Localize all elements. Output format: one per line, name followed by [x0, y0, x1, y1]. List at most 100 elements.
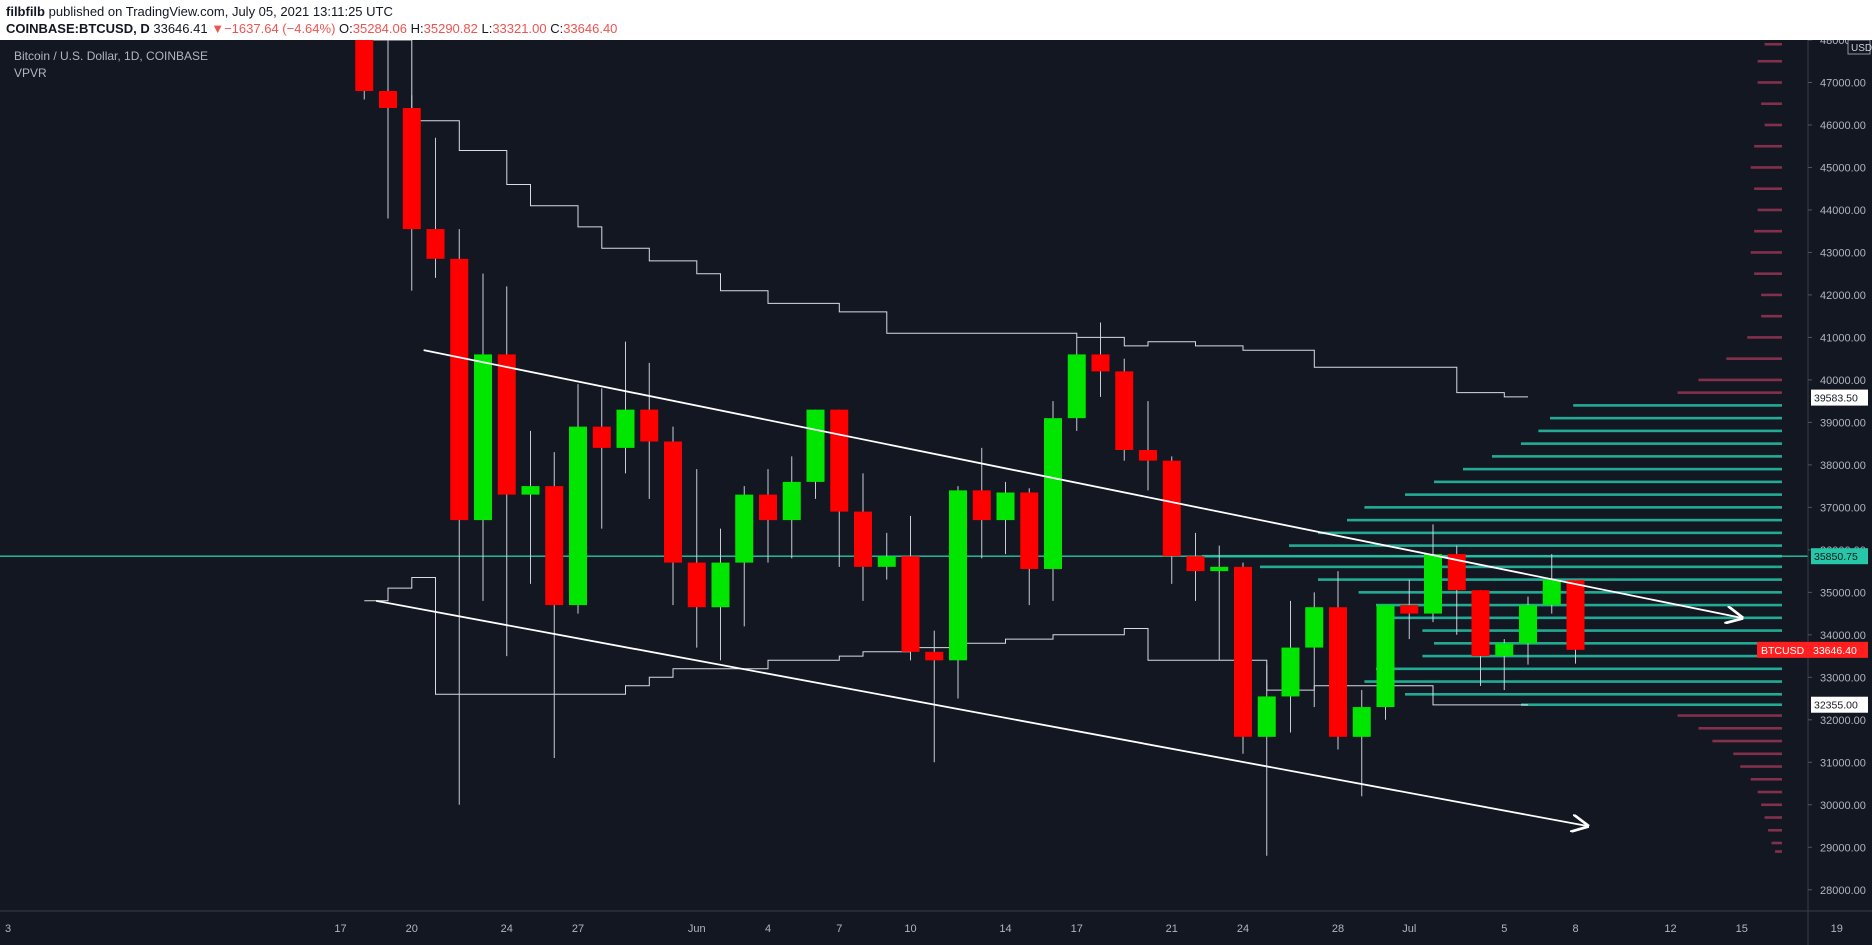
x-tick-label: 27	[572, 923, 584, 935]
y-tick-label: 34000.00	[1820, 630, 1866, 642]
x-tick-label: 17	[1071, 923, 1083, 935]
vpvr-bar	[1260, 565, 1782, 569]
y-tick-label: 42000.00	[1820, 290, 1866, 302]
vpvr-bar	[1387, 616, 1782, 620]
candle-body	[592, 426, 611, 448]
candle-body	[426, 229, 445, 259]
candle	[1400, 579, 1419, 640]
candle	[545, 452, 564, 759]
vpvr-bar	[1754, 229, 1782, 233]
candle-body	[474, 354, 492, 521]
candle-body	[1186, 556, 1205, 572]
legend-indicator[interactable]: VPVR	[14, 66, 47, 80]
candle	[1067, 337, 1086, 431]
candle-body	[355, 40, 374, 91]
candle-body	[996, 492, 1015, 521]
y-tick-label: 39000.00	[1820, 417, 1866, 429]
candle-body	[901, 556, 920, 652]
candle-body	[1352, 707, 1371, 737]
upper-step-line	[364, 40, 1528, 398]
vpvr-bar	[1750, 251, 1782, 254]
symbol[interactable]: COINBASE:BTCUSD, D	[6, 21, 150, 36]
vpvr-bar	[1754, 272, 1782, 275]
price-level-tag: 32355.00	[1811, 696, 1868, 713]
vpvr-bar	[1757, 790, 1782, 794]
vpvr-bar	[1289, 544, 1782, 547]
candle-body	[1210, 566, 1229, 572]
y-tick-label: 33000.00	[1820, 672, 1866, 684]
vpvr-profile	[1202, 42, 1782, 853]
price-tag-value: 32355.00	[1814, 700, 1858, 712]
y-tick-label: 31000.00	[1820, 757, 1866, 769]
candle-body	[1044, 418, 1062, 569]
vpvr-bar	[1761, 293, 1782, 297]
x-tick-label: 15	[1736, 923, 1748, 935]
candle	[1471, 590, 1490, 686]
vpvr-bar	[1463, 467, 1782, 471]
candle	[1210, 545, 1229, 661]
candle-body	[711, 562, 730, 608]
candle	[355, 40, 374, 100]
candle	[877, 532, 896, 580]
y-tick-label: 40000.00	[1820, 375, 1866, 387]
candle-body	[640, 409, 659, 442]
price-chart[interactable]: 28000.00 29000.00 30000.00 31000.00 32000.00…	[0, 40, 1872, 945]
candles	[355, 40, 1585, 856]
price-tag-value: 39583.50	[1814, 393, 1858, 405]
candle-body	[759, 494, 777, 521]
publish-line: filbfilb published on TradingView.com, J…	[6, 4, 393, 19]
candle	[782, 456, 801, 559]
vpvr-bar	[1740, 765, 1782, 768]
candle	[1519, 596, 1537, 665]
open-value: 35284.06	[352, 21, 407, 36]
candle-body	[1020, 492, 1039, 569]
vpvr-bar	[1698, 378, 1782, 382]
y-tick-label: 46000.00	[1820, 120, 1866, 132]
candle-body	[687, 562, 706, 608]
x-tick-label: 10	[904, 923, 916, 935]
candle	[1162, 456, 1181, 584]
y-tick-label: 32000.00	[1820, 715, 1866, 727]
candle-body	[450, 258, 469, 521]
vpvr-bar	[1698, 727, 1782, 730]
vpvr-bar	[1347, 518, 1782, 522]
candle	[949, 486, 967, 699]
candle-body	[1471, 590, 1490, 657]
candle-body	[1400, 605, 1419, 614]
candle-body	[1091, 354, 1110, 372]
vpvr-bar	[1761, 803, 1782, 807]
open-label: O:	[339, 21, 353, 36]
y-tick-label: 45000.00	[1820, 162, 1866, 174]
candle-body	[1329, 607, 1347, 737]
candle	[426, 137, 445, 278]
candle-body	[1305, 607, 1324, 648]
y-tick-label: 29000.00	[1820, 842, 1866, 854]
candle	[1257, 664, 1276, 856]
vpvr-bar	[1761, 102, 1782, 106]
x-tick-label: 7	[836, 923, 842, 935]
candle-body	[972, 490, 991, 521]
vpvr-bar	[1364, 680, 1782, 683]
legend-title[interactable]: Bitcoin / U.S. Dollar, 1D, COINBASE	[14, 49, 208, 63]
candle	[664, 426, 682, 606]
candle-body	[1067, 354, 1086, 419]
candle-body	[1115, 371, 1134, 451]
author[interactable]: filbfilb	[6, 4, 45, 19]
candle-body	[854, 511, 872, 567]
y-tick-label: 47000.00	[1820, 77, 1866, 89]
candle-body	[1139, 450, 1157, 461]
candle	[1044, 401, 1062, 601]
candle	[1329, 571, 1347, 750]
candle-body	[925, 651, 944, 661]
x-tick-label: 24	[1237, 923, 1249, 935]
step-lines	[364, 40, 1528, 706]
x-tick-label: 8	[1572, 923, 1578, 935]
vpvr-bar	[1754, 187, 1782, 191]
vpvr-bar	[1726, 357, 1782, 360]
candle	[1352, 690, 1371, 797]
price-tag-symbol: BTCUSD	[1761, 645, 1805, 657]
x-tick-label: 24	[501, 923, 513, 935]
close-value: 33646.40	[563, 21, 618, 36]
y-tick-label: 44000.00	[1820, 205, 1866, 217]
vpvr-bar	[1757, 81, 1782, 84]
